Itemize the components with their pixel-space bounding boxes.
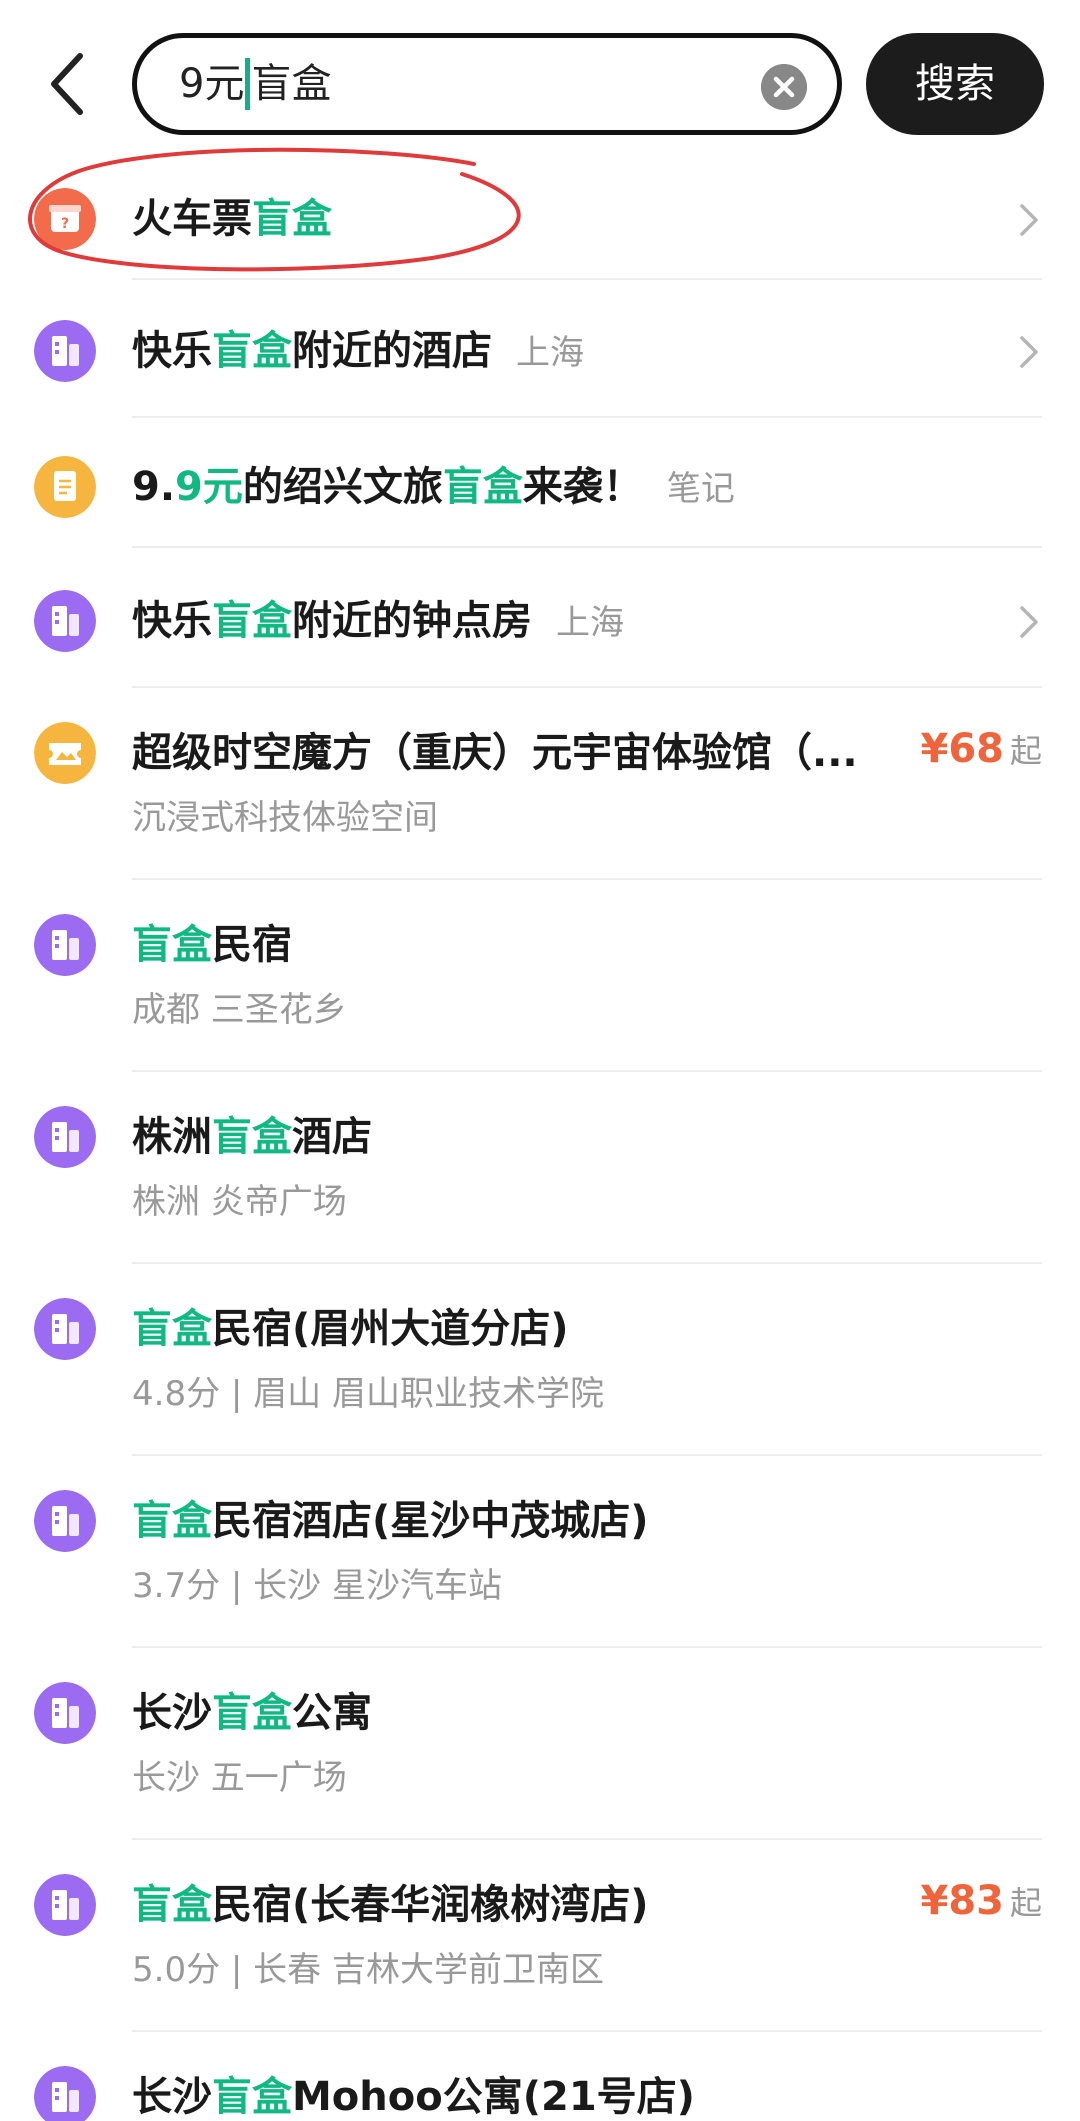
note-icon <box>34 456 96 518</box>
suggestion-item[interactable]: 超级时空魔方（重庆）元宇宙体验馆（... 沉浸式科技体验空间 ¥68 起 <box>0 688 1080 880</box>
title-text: 的绍兴文旅 <box>242 464 443 510</box>
price-label: ¥83 起 <box>920 1878 1042 1924</box>
hotel-icon <box>34 320 96 382</box>
highlight-keyword: 盲盒 <box>132 922 212 968</box>
title-text: 快乐 <box>132 598 212 644</box>
title-text: 快乐 <box>132 328 212 374</box>
hotel-icon <box>34 1874 96 1936</box>
highlight-keyword: 盲盒 <box>132 1882 212 1928</box>
title-text: 超级时空魔方（重庆）元宇宙体验馆（... <box>132 730 858 776</box>
title-text: 附近的钟点房 <box>292 598 532 644</box>
hotel-icon <box>34 2066 96 2121</box>
title-text: Mohoo公寓(21号店) <box>292 2074 695 2120</box>
suggestion-item[interactable]: 9.9元的绍兴文旅盲盒来袭！ 笔记 <box>0 418 1080 548</box>
title-text: 长沙 <box>132 1690 212 1736</box>
suggestion-title: 盲盒民宿(长春华润橡树湾店) <box>132 1880 649 1930</box>
title-text: 公寓 <box>292 1690 372 1736</box>
suggestion-subtitle: 3.7分 | 长沙 星沙汽车站 <box>132 1566 502 1606</box>
suggestion-subtitle: 成都 三圣花乡 <box>132 990 347 1030</box>
suggestion-title: 9.9元的绍兴文旅盲盒来袭！ 笔记 <box>132 462 735 514</box>
title-text: 民宿(长春华润橡树湾店) <box>212 1882 649 1928</box>
suggestion-subtitle: 5.0分 | 长春 吉林大学前卫南区 <box>132 1950 604 1990</box>
search-button[interactable]: 搜索 <box>866 33 1044 135</box>
clear-icon[interactable] <box>761 64 807 110</box>
suggestion-title: 超级时空魔方（重庆）元宇宙体验馆（... <box>132 728 858 778</box>
title-text: 酒店 <box>292 1114 372 1160</box>
title-text: 民宿 <box>212 922 292 968</box>
text-caret <box>245 58 251 110</box>
suggestion-subtitle: 4.8分 | 眉山 眉山职业技术学院 <box>132 1374 604 1414</box>
hotel-icon <box>34 590 96 652</box>
highlight-keyword: 盲盒 <box>212 1690 292 1736</box>
highlight-keyword: 盲盒 <box>212 2074 292 2120</box>
suggestion-item[interactable]: 盲盒民宿成都 三圣花乡 <box>0 880 1080 1072</box>
suggestion-title: 长沙盲盒Mohoo公寓(21号店) <box>132 2072 695 2121</box>
suggestion-tag: 上海 <box>556 603 624 643</box>
suggestion-subtitle: 株洲 炎帝广场 <box>132 1182 347 1222</box>
title-text: 民宿(眉州大道分店) <box>212 1306 569 1352</box>
highlight-keyword: 9元 <box>175 464 243 510</box>
search-query: 9元 盲盒 <box>179 58 331 112</box>
suggestion-title: 株洲盲盒酒店 <box>132 1112 372 1162</box>
title-text: 附近的酒店 <box>292 328 492 374</box>
highlight-keyword: 盲盒 <box>442 464 523 510</box>
highlight-keyword: 盲盒 <box>212 328 292 374</box>
search-input[interactable]: 9元 盲盒 <box>132 33 842 135</box>
search-header: 9元 盲盒 搜索 <box>0 0 1080 160</box>
suggestion-tag: 上海 <box>516 333 584 373</box>
suggestion-title: 盲盒民宿(眉州大道分店) <box>132 1304 569 1354</box>
price-value: ¥83 <box>920 1878 1004 1924</box>
highlight-keyword: 盲盒 <box>132 1306 212 1352</box>
suggestion-subtitle: 长沙 五一广场 <box>132 1758 347 1798</box>
annotation-circle <box>28 147 521 272</box>
chevron-right-icon <box>1020 204 1038 236</box>
price-suffix: 起 <box>1009 1884 1042 1922</box>
suggestion-item[interactable]: 盲盒民宿(长春华润橡树湾店) 5.0分 | 长春 吉林大学前卫南区 ¥83 起 <box>0 1840 1080 2032</box>
suggestion-item[interactable]: 盲盒民宿(眉州大道分店) 4.8分 | 眉山 眉山职业技术学院 <box>0 1264 1080 1456</box>
hotel-icon <box>34 1682 96 1744</box>
hotel-icon <box>34 1490 96 1552</box>
suggestion-title: 盲盒民宿酒店(星沙中茂城店) <box>132 1496 649 1546</box>
suggestion-item[interactable]: 长沙盲盒公寓长沙 五一广场 <box>0 1648 1080 1840</box>
ticket-icon <box>34 722 96 784</box>
title-text: 株洲 <box>132 1114 212 1160</box>
chevron-right-icon <box>1020 336 1038 368</box>
price-label: ¥68 起 <box>920 726 1042 772</box>
suggestion-item[interactable]: 盲盒民宿酒店(星沙中茂城店) 3.7分 | 长沙 星沙汽车站 <box>0 1456 1080 1648</box>
hotel-icon <box>34 1106 96 1168</box>
suggestion-item[interactable]: 株洲盲盒酒店株洲 炎帝广场 <box>0 1072 1080 1264</box>
title-text: 9. <box>132 464 176 510</box>
chevron-right-icon <box>1020 606 1038 638</box>
hotel-icon <box>34 1298 96 1360</box>
title-text: 民宿酒店(星沙中茂城店) <box>212 1498 649 1544</box>
hotel-icon <box>34 914 96 976</box>
suggestion-item[interactable]: 快乐盲盒附近的酒店 上海 <box>0 280 1080 418</box>
price-suffix: 起 <box>1009 732 1042 770</box>
highlight-keyword: 盲盒 <box>212 598 292 644</box>
suggestion-subtitle: 沉浸式科技体验空间 <box>132 798 438 838</box>
suggestion-item[interactable]: 长沙盲盒Mohoo公寓(21号店) <box>0 2032 1080 2121</box>
suggestion-title: 快乐盲盒附近的钟点房 上海 <box>132 596 624 648</box>
back-chevron-left-icon[interactable] <box>40 50 96 118</box>
highlight-keyword: 盲盒 <box>132 1498 212 1544</box>
suggestion-title: 盲盒民宿 <box>132 920 292 970</box>
suggestion-item[interactable]: 快乐盲盒附近的钟点房 上海 <box>0 548 1080 688</box>
price-value: ¥68 <box>920 726 1004 772</box>
title-text: 来袭！ <box>522 464 643 510</box>
highlight-keyword: 盲盒 <box>212 1114 292 1160</box>
suggestion-tag: 笔记 <box>666 469 735 509</box>
suggestion-title: 长沙盲盒公寓 <box>132 1688 372 1738</box>
title-text: 长沙 <box>132 2074 212 2120</box>
suggestion-title: 快乐盲盒附近的酒店 上海 <box>132 326 584 378</box>
